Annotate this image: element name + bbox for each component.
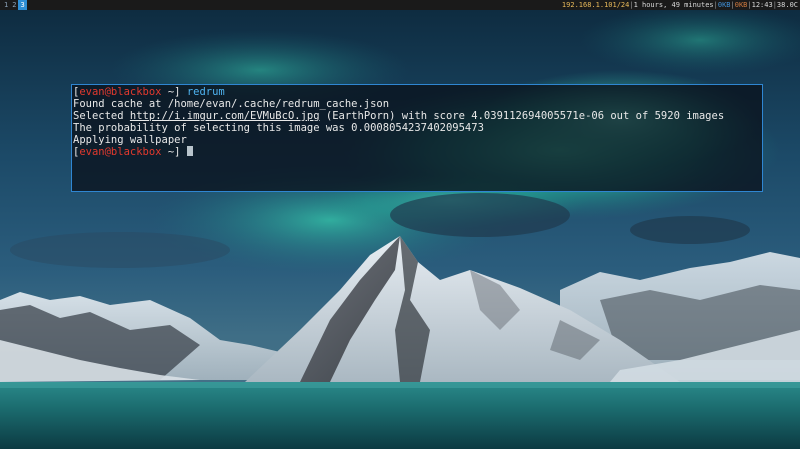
image-link[interactable]: http://i.imgur.com/EVMuBcO.jpg <box>130 110 320 122</box>
workspace-3[interactable]: 3 <box>18 0 27 10</box>
wallpaper-image <box>0 0 800 449</box>
prompt-line: [evan@blackbox ~] redrum <box>73 86 225 98</box>
text-cursor <box>186 146 193 156</box>
download-rate: 0KB <box>717 1 731 9</box>
clock: 12:43 <box>751 1 773 9</box>
prompt-line-current[interactable]: [evan@blackbox ~] <box>73 146 761 158</box>
uptime: 1 hours, 49 minutes <box>633 1 714 9</box>
workspace-2[interactable]: 2 <box>10 0 18 10</box>
output-cache-line: Found cache at /home/evan/.cache/redrum_… <box>73 98 390 110</box>
prompt-user: evan@blackbox <box>79 86 162 98</box>
status-area: 192.168.1.101/24|1 hours, 49 minutes|0KB… <box>562 0 798 10</box>
output-probability-line: The probability of selecting this image … <box>73 122 484 134</box>
workspace-list: 1 2 3 <box>2 0 27 10</box>
selected-suffix: (EarthPorn) with score 4.039112694005571… <box>319 110 725 122</box>
upload-rate: 0KB <box>734 1 748 9</box>
output-applying-line: Applying wallpaper <box>73 134 187 146</box>
output-selected-line: Selected http://i.imgur.com/EVMuBcO.jpg … <box>73 110 761 122</box>
terminal-window[interactable]: [evan@blackbox ~] redrum Found cache at … <box>71 84 763 192</box>
top-bar: 1 2 3 192.168.1.101/24|1 hours, 49 minut… <box>0 0 800 10</box>
cpu-temperature: 38.0C <box>776 1 798 9</box>
workspace-1[interactable]: 1 <box>2 0 10 10</box>
command-text: redrum <box>186 86 225 98</box>
selected-prefix: Selected <box>73 110 130 122</box>
ip-address: 192.168.1.101/24 <box>561 1 630 9</box>
desktop: 1 2 3 192.168.1.101/24|1 hours, 49 minut… <box>0 0 800 449</box>
prompt-user: evan@blackbox <box>79 146 162 158</box>
